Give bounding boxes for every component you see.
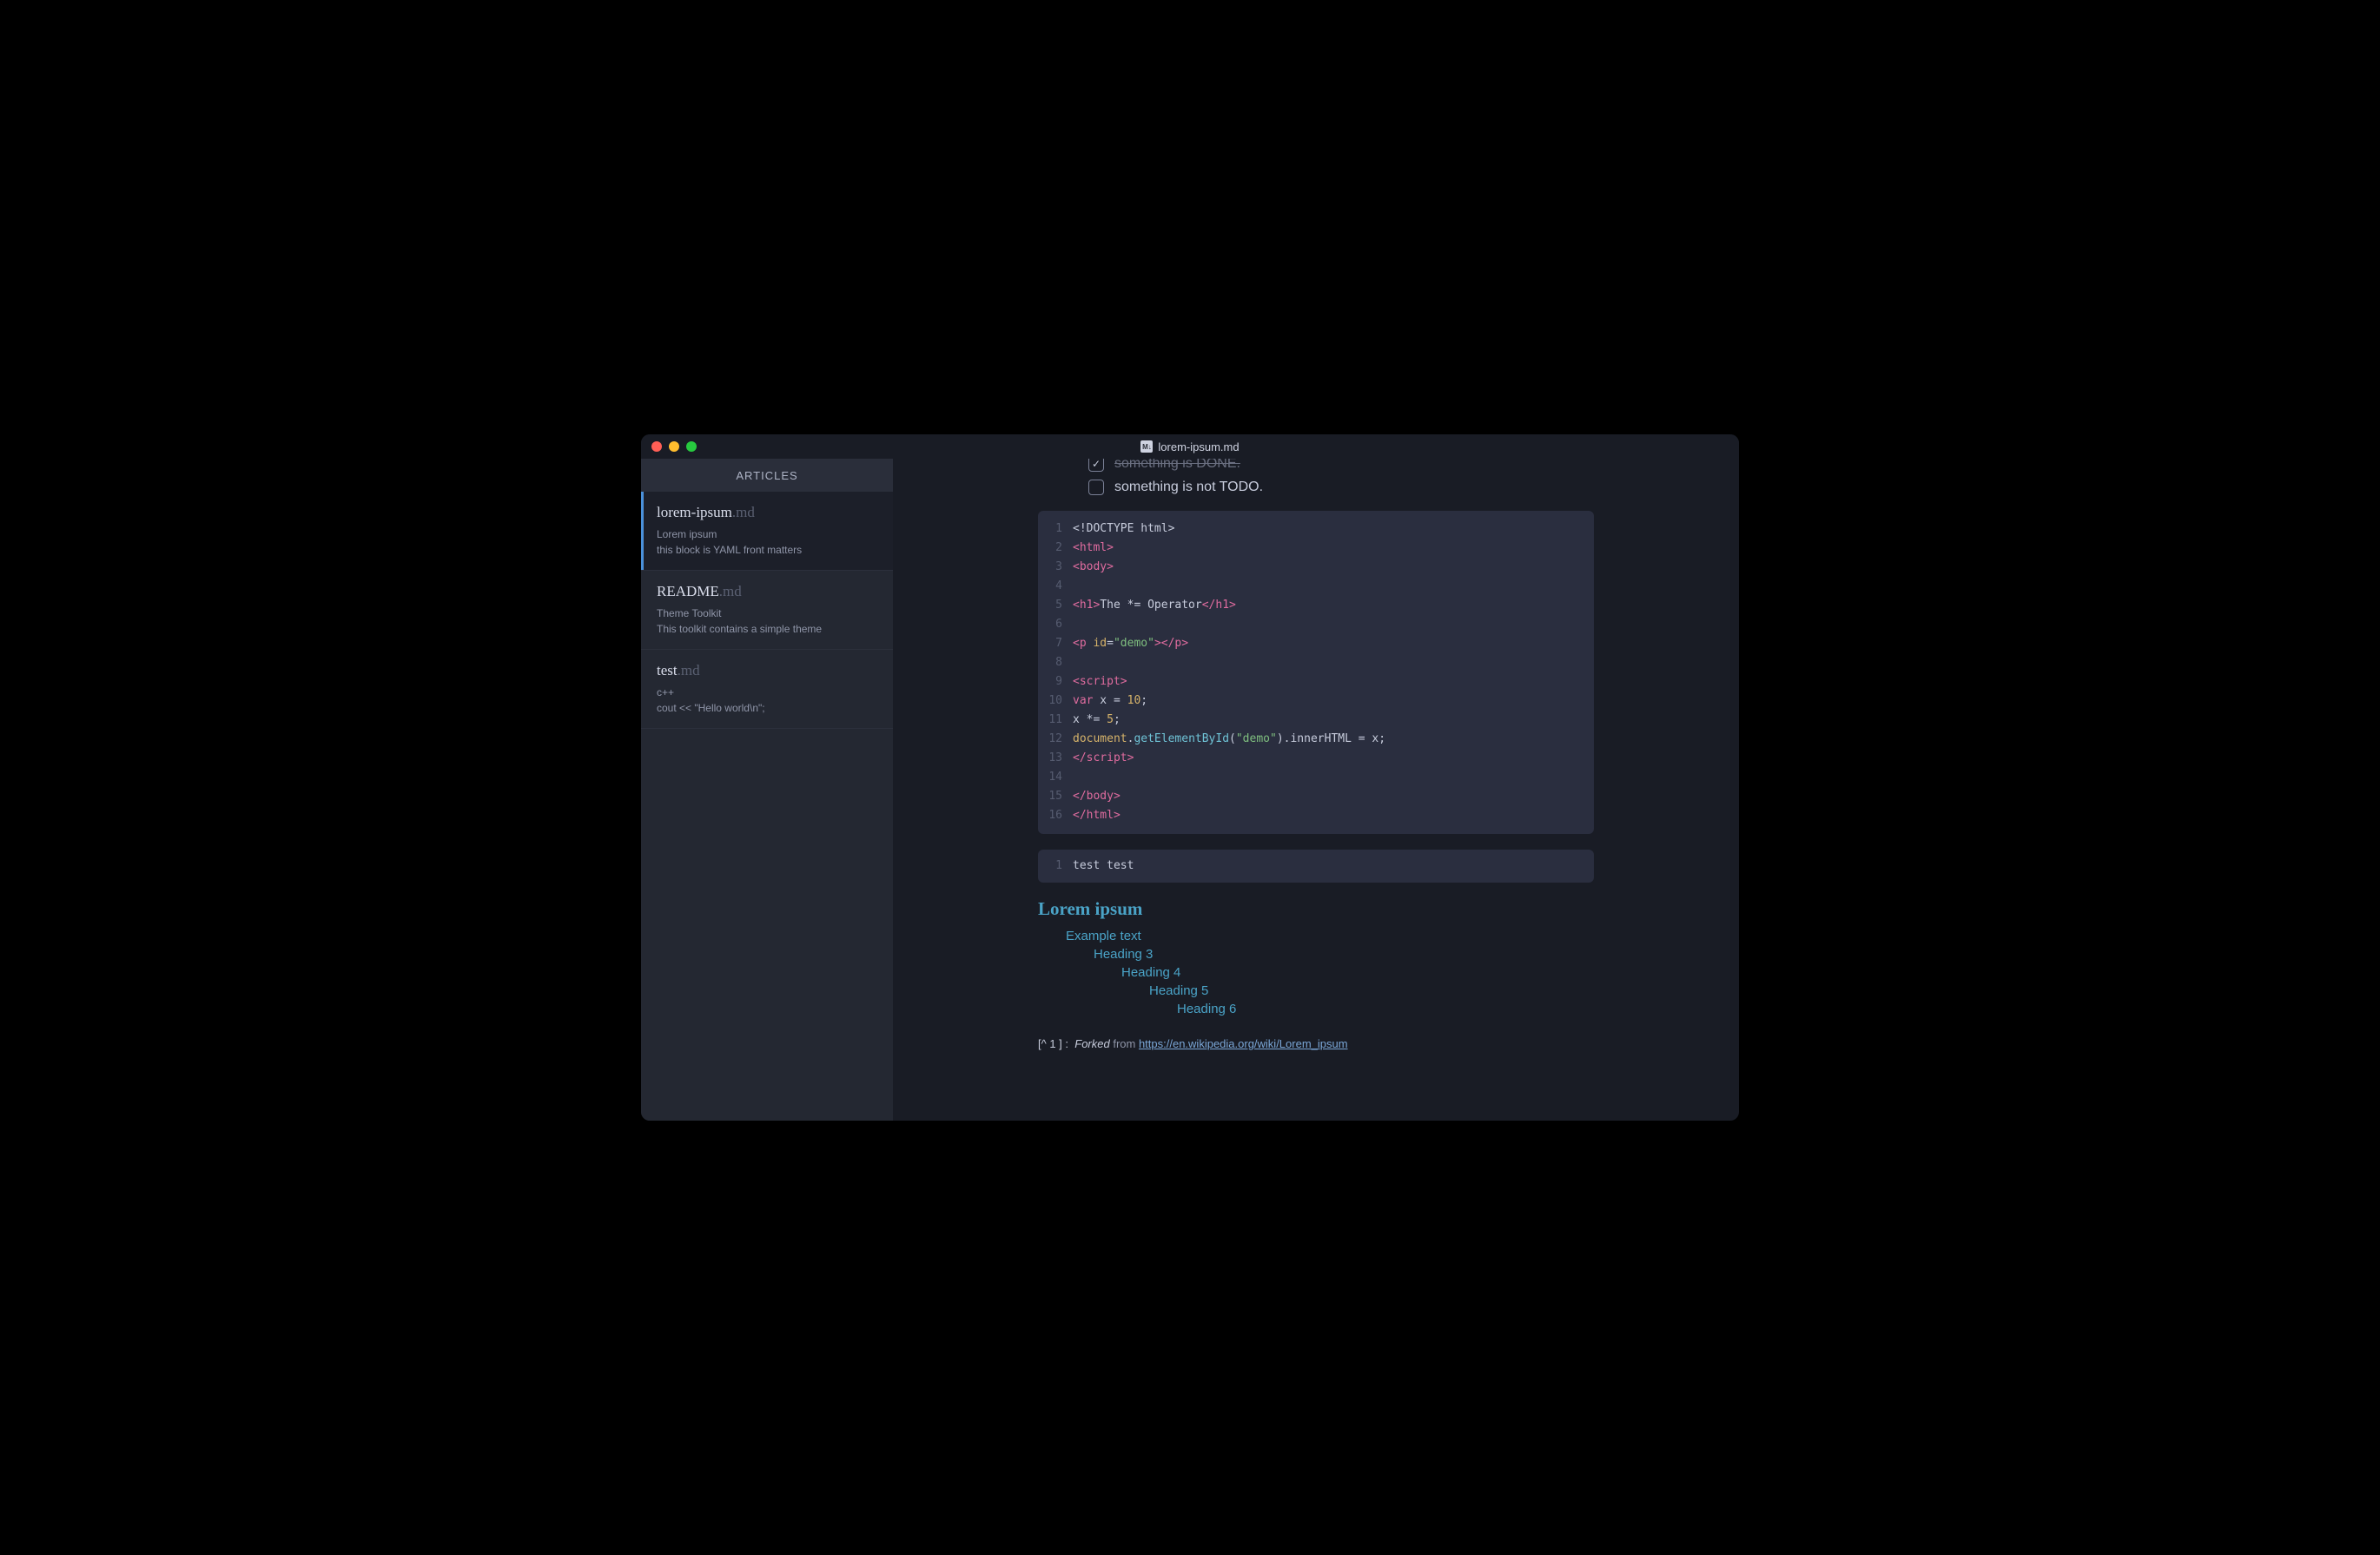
app-body: ARTICLES lorem-ipsum.mdLorem ipsumthis b… xyxy=(641,459,1739,1121)
line-number: 1 xyxy=(1038,857,1073,876)
code-text: var x = 10; xyxy=(1073,691,1147,711)
code-line: 4 xyxy=(1038,577,1594,596)
checkbox-unchecked-icon[interactable] xyxy=(1088,480,1104,495)
window-controls xyxy=(651,441,697,452)
code-line: 8 xyxy=(1038,653,1594,672)
heading-2: Example text xyxy=(1066,929,1594,943)
code-text: <h1>The *= Operator</h1> xyxy=(1073,596,1236,615)
heading-1: Lorem ipsum xyxy=(1038,898,1594,920)
window-title: M↓ lorem-ipsum.md xyxy=(641,440,1739,453)
footnote-link[interactable]: https://en.wikipedia.org/wiki/Lorem_ipsu… xyxy=(1139,1037,1348,1050)
line-number: 12 xyxy=(1038,730,1073,749)
line-number: 10 xyxy=(1038,691,1073,711)
checkbox-checked-icon[interactable] xyxy=(1088,459,1104,472)
line-number: 11 xyxy=(1038,711,1073,730)
close-button[interactable] xyxy=(651,441,662,452)
code-block-html: 1<!DOCTYPE html>2<html>3<body>45<h1>The … xyxy=(1038,511,1594,834)
code-line: 1test test xyxy=(1038,857,1594,876)
code-line: 10var x = 10; xyxy=(1038,691,1594,711)
article-preview-line: Lorem ipsum xyxy=(657,526,877,542)
heading-3: Heading 3 xyxy=(1094,947,1594,962)
code-line: 5<h1>The *= Operator</h1> xyxy=(1038,596,1594,615)
window-title-text: lorem-ipsum.md xyxy=(1158,440,1239,453)
line-number: 13 xyxy=(1038,749,1073,768)
maximize-button[interactable] xyxy=(686,441,697,452)
footnote: [^ 1 ] : Forked from https://en.wikipedi… xyxy=(1038,1037,1594,1050)
code-line: 13</script> xyxy=(1038,749,1594,768)
line-number: 3 xyxy=(1038,558,1073,577)
footnote-ref: [^ 1 ] : xyxy=(1038,1037,1068,1050)
code-text: </body> xyxy=(1073,787,1121,806)
article-preview-line: This toolkit contains a simple theme xyxy=(657,621,877,637)
heading-6: Heading 6 xyxy=(1177,1002,1594,1016)
line-number: 5 xyxy=(1038,596,1073,615)
todo-done-text: something is DONE. xyxy=(1114,459,1240,472)
article-item[interactable]: README.md Theme ToolkitThis toolkit conta… xyxy=(641,571,893,650)
code-text: <script> xyxy=(1073,672,1127,691)
code-line: 2<html> xyxy=(1038,539,1594,558)
code-line: 7<p id="demo"></p> xyxy=(1038,634,1594,653)
article-preview-line: this block is YAML front matters xyxy=(657,542,877,558)
minimize-button[interactable] xyxy=(669,441,679,452)
app-window: M↓ lorem-ipsum.md ARTICLES lorem-ipsum.m… xyxy=(641,434,1739,1121)
article-title: lorem-ipsum.md xyxy=(657,504,877,521)
line-number: 1 xyxy=(1038,519,1073,539)
heading-5: Heading 5 xyxy=(1149,983,1594,998)
titlebar: M↓ lorem-ipsum.md xyxy=(641,434,1739,459)
code-line: 6 xyxy=(1038,615,1594,634)
article-preview-line: cout << "Hello world\n"; xyxy=(657,700,877,716)
code-text: <html> xyxy=(1073,539,1114,558)
markdown-file-icon: M↓ xyxy=(1140,440,1153,453)
todo-item: something is not TODO. xyxy=(1088,480,1594,495)
heading-list: Example text Heading 3 Heading 4 Heading… xyxy=(1038,929,1594,1016)
line-number: 6 xyxy=(1038,615,1073,634)
code-line: 12document.getElementById("demo").innerH… xyxy=(1038,730,1594,749)
article-item[interactable]: lorem-ipsum.md Lorem ipsumthis block is Y… xyxy=(641,492,893,571)
code-text: </html> xyxy=(1073,806,1121,825)
article-title: README.md xyxy=(657,583,877,600)
code-line: 9<script> xyxy=(1038,672,1594,691)
article-preview-line: Theme Toolkit xyxy=(657,605,877,621)
todo-text: something is not TODO. xyxy=(1114,480,1263,495)
footnote-mid: from xyxy=(1110,1037,1139,1050)
footnote-italic: Forked xyxy=(1074,1037,1109,1050)
article-preview-line: c++ xyxy=(657,685,877,700)
main-preview[interactable]: something is DONE. something is not TODO… xyxy=(893,459,1739,1121)
article-list[interactable]: lorem-ipsum.md Lorem ipsumthis block is Y… xyxy=(641,492,893,1121)
code-text: <p id="demo"></p> xyxy=(1073,634,1188,653)
sidebar: ARTICLES lorem-ipsum.md Lorem ipsumthis b… xyxy=(641,459,893,1121)
line-number: 15 xyxy=(1038,787,1073,806)
code-line: 11x *= 5; xyxy=(1038,711,1594,730)
code-text: </script> xyxy=(1073,749,1134,768)
content-area: something is DONE. something is not TODO… xyxy=(1003,459,1629,1050)
code-text: test test xyxy=(1073,857,1134,876)
code-line: 1<!DOCTYPE html> xyxy=(1038,519,1594,539)
code-line: 15</body> xyxy=(1038,787,1594,806)
code-text: x *= 5; xyxy=(1073,711,1121,730)
article-item[interactable]: test.md c++cout << "Hello world\n"; xyxy=(641,650,893,729)
heading-4: Heading 4 xyxy=(1121,965,1594,980)
line-number: 7 xyxy=(1038,634,1073,653)
line-number: 14 xyxy=(1038,768,1073,787)
todo-item-done: something is DONE. xyxy=(1088,459,1594,474)
code-text: document.getElementById("demo").innerHTM… xyxy=(1073,730,1385,749)
line-number: 9 xyxy=(1038,672,1073,691)
code-block-text: 1test test xyxy=(1038,850,1594,883)
sidebar-header: ARTICLES xyxy=(641,459,893,492)
code-text: <!DOCTYPE html> xyxy=(1073,519,1174,539)
line-number: 16 xyxy=(1038,806,1073,825)
code-line: 3<body> xyxy=(1038,558,1594,577)
article-title: test.md xyxy=(657,662,877,679)
line-number: 8 xyxy=(1038,653,1073,672)
code-line: 14 xyxy=(1038,768,1594,787)
code-line: 16</html> xyxy=(1038,806,1594,825)
line-number: 4 xyxy=(1038,577,1073,596)
line-number: 2 xyxy=(1038,539,1073,558)
code-text: <body> xyxy=(1073,558,1114,577)
